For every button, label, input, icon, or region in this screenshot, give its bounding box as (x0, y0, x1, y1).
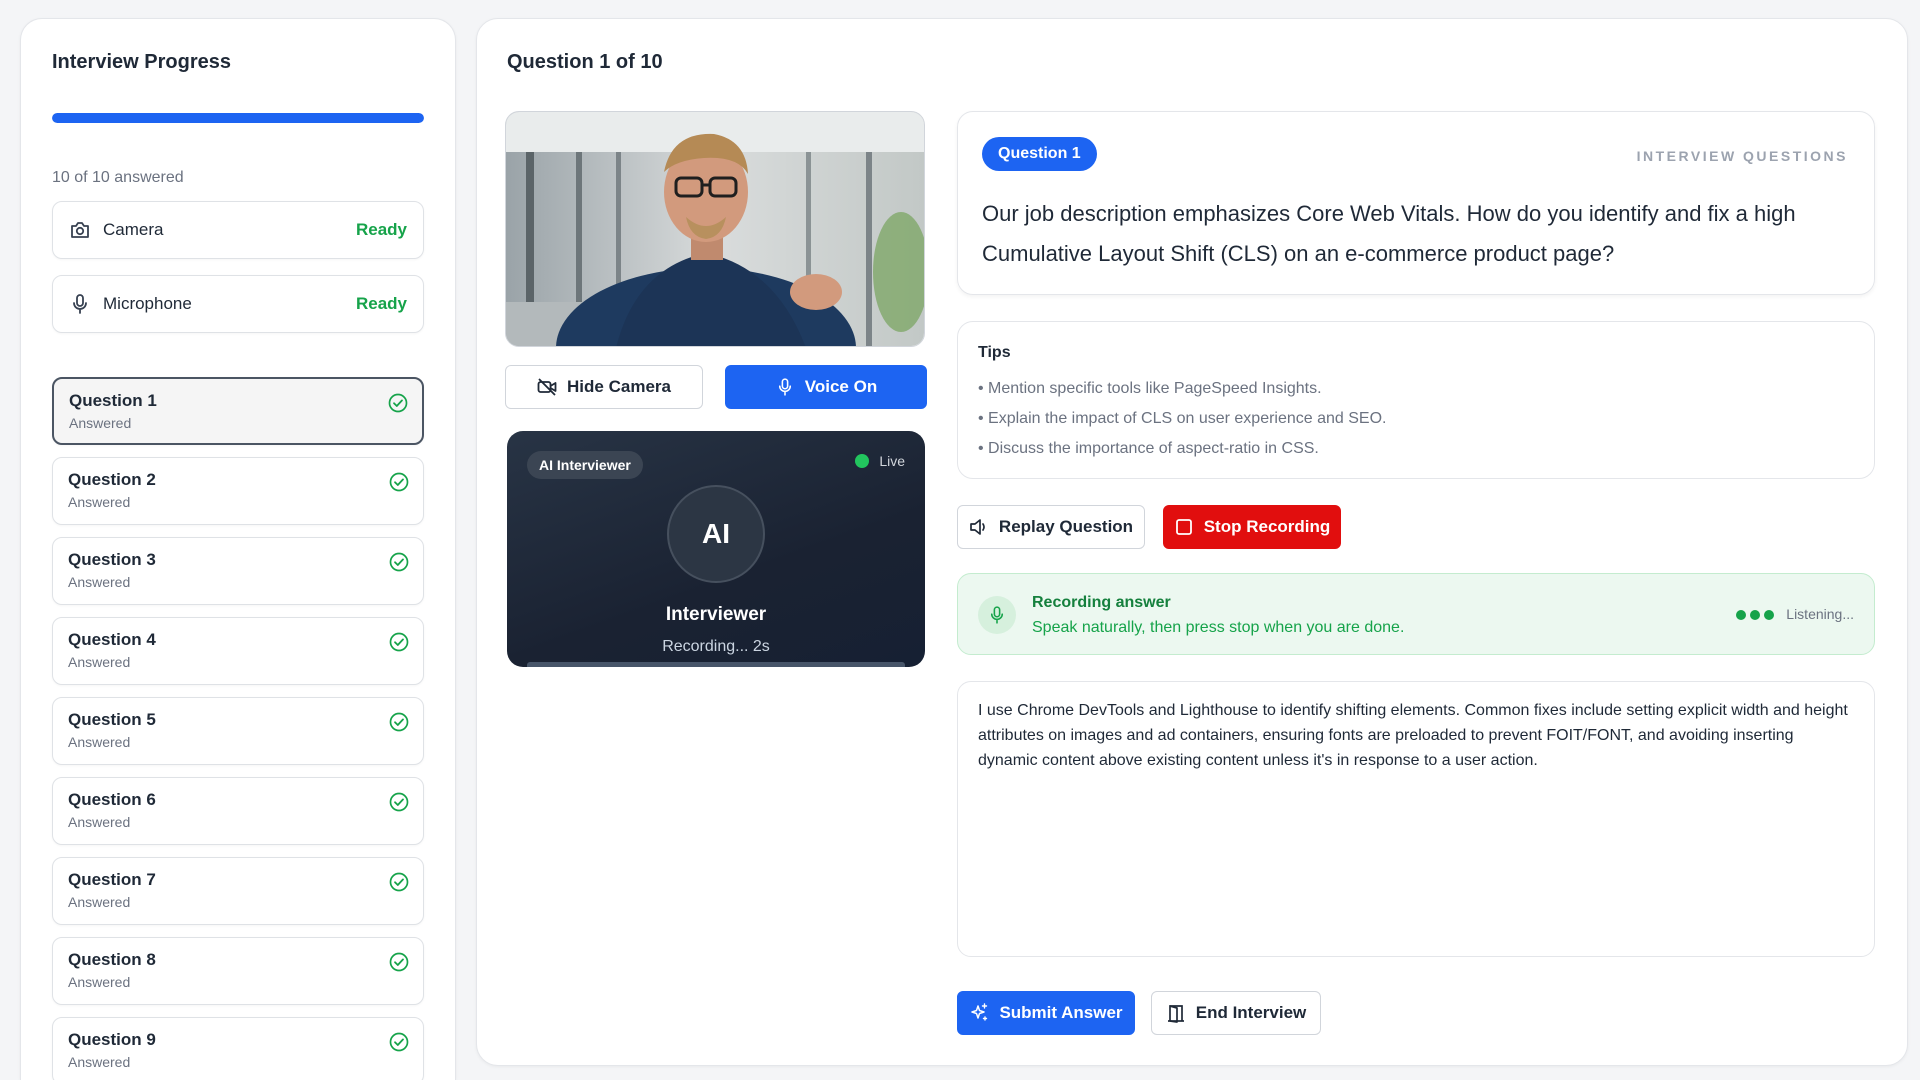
hide-camera-label: Hide Camera (567, 377, 671, 396)
voice-on-label: Voice On (804, 377, 878, 396)
camera-feed (505, 111, 925, 347)
question-badge: Question 1 (982, 137, 1097, 171)
camera-feed-image (506, 112, 924, 346)
recording-timer: Recording... 2s (662, 638, 770, 655)
check-circle-icon (389, 952, 409, 972)
question-item-1[interactable]: Question 1 Answered (52, 377, 424, 445)
question-item-label: Question 8 (68, 950, 156, 969)
question-item-label: Question 6 (68, 790, 156, 809)
question-card: Question 1 INTERVIEW QUESTIONS Our job d… (957, 111, 1875, 295)
question-item-label: Question 4 (68, 630, 156, 649)
end-interview-button[interactable]: End Interview (1151, 991, 1321, 1035)
question-text: Our job description emphasizes Core Web … (982, 201, 1796, 266)
question-item-status: Answered (69, 415, 132, 431)
question-item-status: Answered (68, 1054, 131, 1070)
check-circle-icon (389, 1032, 409, 1052)
question-item-status: Answered (68, 574, 131, 590)
check-circle-icon (389, 712, 409, 732)
camera-icon (69, 219, 91, 241)
microphone-icon (978, 596, 1016, 634)
question-card-heading: INTERVIEW QUESTIONS (1636, 148, 1848, 164)
question-item-label: Question 3 (68, 550, 156, 569)
check-circle-icon (389, 472, 409, 492)
question-item-8[interactable]: Question 8 Answered (52, 937, 424, 1005)
question-item-status: Answered (68, 734, 131, 750)
hide-camera-button[interactable]: Hide Camera (505, 365, 703, 409)
question-item-label: Question 1 (69, 391, 157, 410)
question-item-label: Question 5 (68, 710, 156, 729)
camera-label: Camera (103, 220, 164, 239)
live-label: Live (879, 453, 905, 469)
question-item-label: Question 7 (68, 870, 156, 889)
recording-subtitle: Speak naturally, then press stop when yo… (1032, 619, 1405, 636)
answer-textarea[interactable]: I use Chrome DevTools and Lighthouse to … (957, 681, 1875, 957)
ai-card-bar (527, 662, 905, 667)
tip-item: • Explain the impact of CLS on user expe… (978, 410, 1387, 427)
interview-main-panel: Question 1 of 10 Hide Camera Voice On AI… (476, 18, 1908, 1066)
question-item-6[interactable]: Question 6 Answered (52, 777, 424, 845)
question-item-5[interactable]: Question 5 Answered (52, 697, 424, 765)
stop-square-icon (1174, 517, 1194, 537)
question-item-status: Answered (68, 814, 131, 830)
interview-progress-panel: Interview Progress 10 of 10 answered Cam… (20, 18, 456, 1080)
tips-title: Tips (978, 344, 1011, 361)
check-circle-icon (389, 792, 409, 812)
door-icon (1166, 1003, 1186, 1023)
end-interview-label: End Interview (1195, 1003, 1307, 1022)
submit-answer-button[interactable]: Submit Answer (957, 991, 1135, 1035)
camera-status-text: Ready (355, 220, 407, 239)
microphone-icon (775, 377, 795, 397)
microphone-icon (69, 293, 91, 315)
camera-status: Camera Ready (52, 201, 424, 259)
tip-item: • Discuss the importance of aspect-ratio… (978, 440, 1319, 457)
question-item-4[interactable]: Question 4 Answered (52, 617, 424, 685)
question-list: Question 1 Answered Question 2 Answered … (52, 377, 424, 1080)
question-item-label: Question 9 (68, 1030, 156, 1049)
sparkles-icon (969, 1003, 989, 1023)
microphone-status-text: Ready (355, 294, 407, 313)
camera-off-icon (537, 377, 557, 397)
question-item-9[interactable]: Question 9 Answered (52, 1017, 424, 1080)
speaker-icon (969, 517, 989, 537)
replay-question-button[interactable]: Replay Question (957, 505, 1145, 549)
interviewer-name: Interviewer (665, 604, 767, 625)
voice-on-button[interactable]: Voice On (725, 365, 927, 409)
check-circle-icon (389, 552, 409, 572)
ai-interviewer-badge: AI Interviewer (527, 451, 643, 479)
answered-count: 10 of 10 answered (52, 169, 184, 186)
question-item-label: Question 2 (68, 470, 156, 489)
check-circle-icon (388, 393, 408, 413)
microphone-status: Microphone Ready (52, 275, 424, 333)
stop-recording-label: Stop Recording (1203, 517, 1331, 536)
check-circle-icon (389, 872, 409, 892)
stop-recording-button[interactable]: Stop Recording (1163, 505, 1341, 549)
progress-title: Interview Progress (52, 51, 231, 73)
ai-interviewer-card: AI Interviewer Live AI Interviewer Recor… (507, 431, 925, 667)
avatar: AI (667, 485, 765, 583)
progress-bar (52, 113, 424, 123)
replay-question-label: Replay Question (998, 517, 1134, 536)
question-item-2[interactable]: Question 2 Answered (52, 457, 424, 525)
live-indicator: Live (855, 453, 905, 469)
question-item-3[interactable]: Question 3 Answered (52, 537, 424, 605)
check-circle-icon (389, 632, 409, 652)
submit-answer-label: Submit Answer (999, 1003, 1123, 1022)
recording-status-banner: Recording answer Speak naturally, then p… (957, 573, 1875, 655)
listening-status: Listening... (1786, 606, 1854, 622)
progress-bar-fill (52, 113, 424, 123)
question-item-status: Answered (68, 654, 131, 670)
live-dot-icon (855, 454, 870, 468)
question-item-status: Answered (68, 494, 131, 510)
question-item-status: Answered (68, 894, 131, 910)
tip-item: • Mention specific tools like PageSpeed … (978, 380, 1322, 397)
recording-title: Recording answer (1032, 594, 1171, 611)
microphone-label: Microphone (103, 294, 192, 313)
tips-card: Tips • Mention specific tools like PageS… (957, 321, 1875, 479)
question-item-7[interactable]: Question 7 Answered (52, 857, 424, 925)
question-counter: Question 1 of 10 (507, 51, 663, 73)
question-item-status: Answered (68, 974, 131, 990)
listening-dots-icon (1736, 610, 1774, 620)
